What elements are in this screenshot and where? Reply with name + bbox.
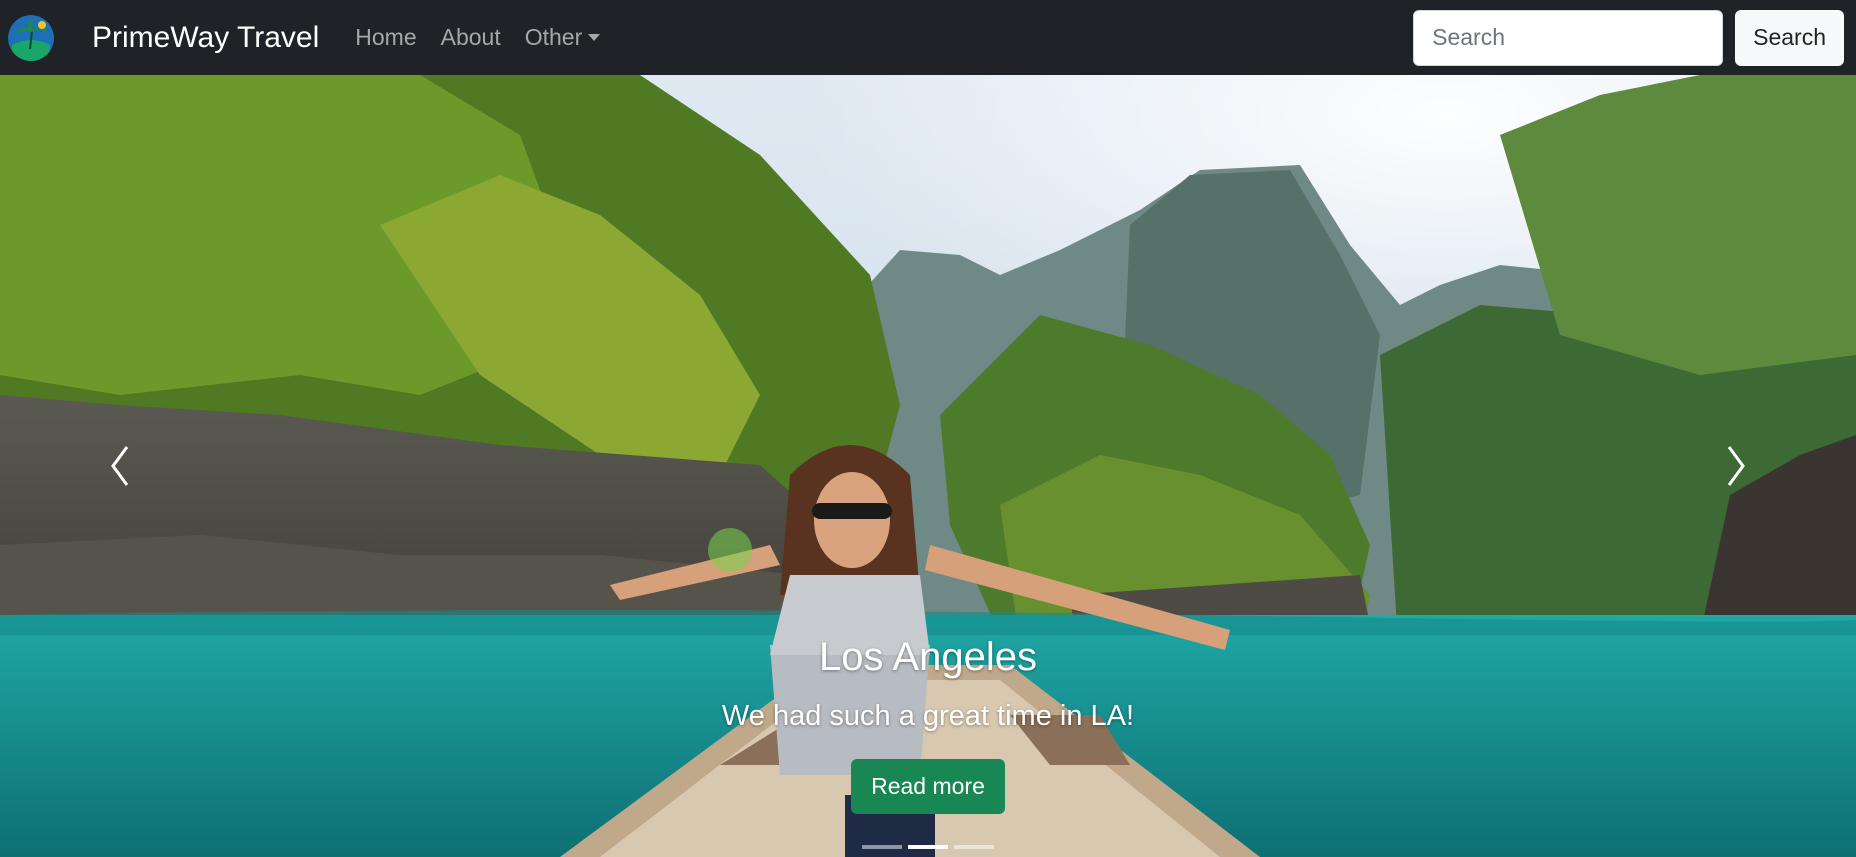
carousel-indicator[interactable] (908, 845, 948, 849)
read-more-button[interactable]: Read more (851, 759, 1005, 814)
search-button[interactable]: Search (1735, 9, 1844, 66)
nav-home-link[interactable]: Home (355, 24, 416, 51)
nav-about-link[interactable]: About (441, 24, 501, 51)
carousel-indicators (0, 845, 1856, 849)
search-form: Search (1413, 9, 1844, 66)
carousel-indicator[interactable] (862, 845, 902, 849)
search-input[interactable] (1413, 9, 1724, 66)
hero-carousel: Los Angeles We had such a great time in … (0, 75, 1856, 857)
carousel-caption: Los Angeles We had such a great time in … (0, 635, 1856, 814)
nav-links: Home About Other (355, 24, 601, 51)
navbar: PrimeWay Travel Home About Other Search (0, 0, 1856, 75)
caption-title: Los Angeles (819, 635, 1037, 679)
nav-other-dropdown[interactable]: Other (525, 24, 601, 51)
brand-logo-icon[interactable] (8, 14, 54, 61)
chevron-right-icon (1727, 446, 1745, 486)
brand-title[interactable]: PrimeWay Travel (92, 21, 319, 55)
caption-text: We had such a great time in LA! (721, 700, 1135, 732)
nav-other-label: Other (524, 24, 583, 50)
chevron-left-icon (111, 446, 129, 486)
caret-down-icon (588, 34, 601, 41)
carousel-indicator[interactable] (954, 845, 994, 849)
